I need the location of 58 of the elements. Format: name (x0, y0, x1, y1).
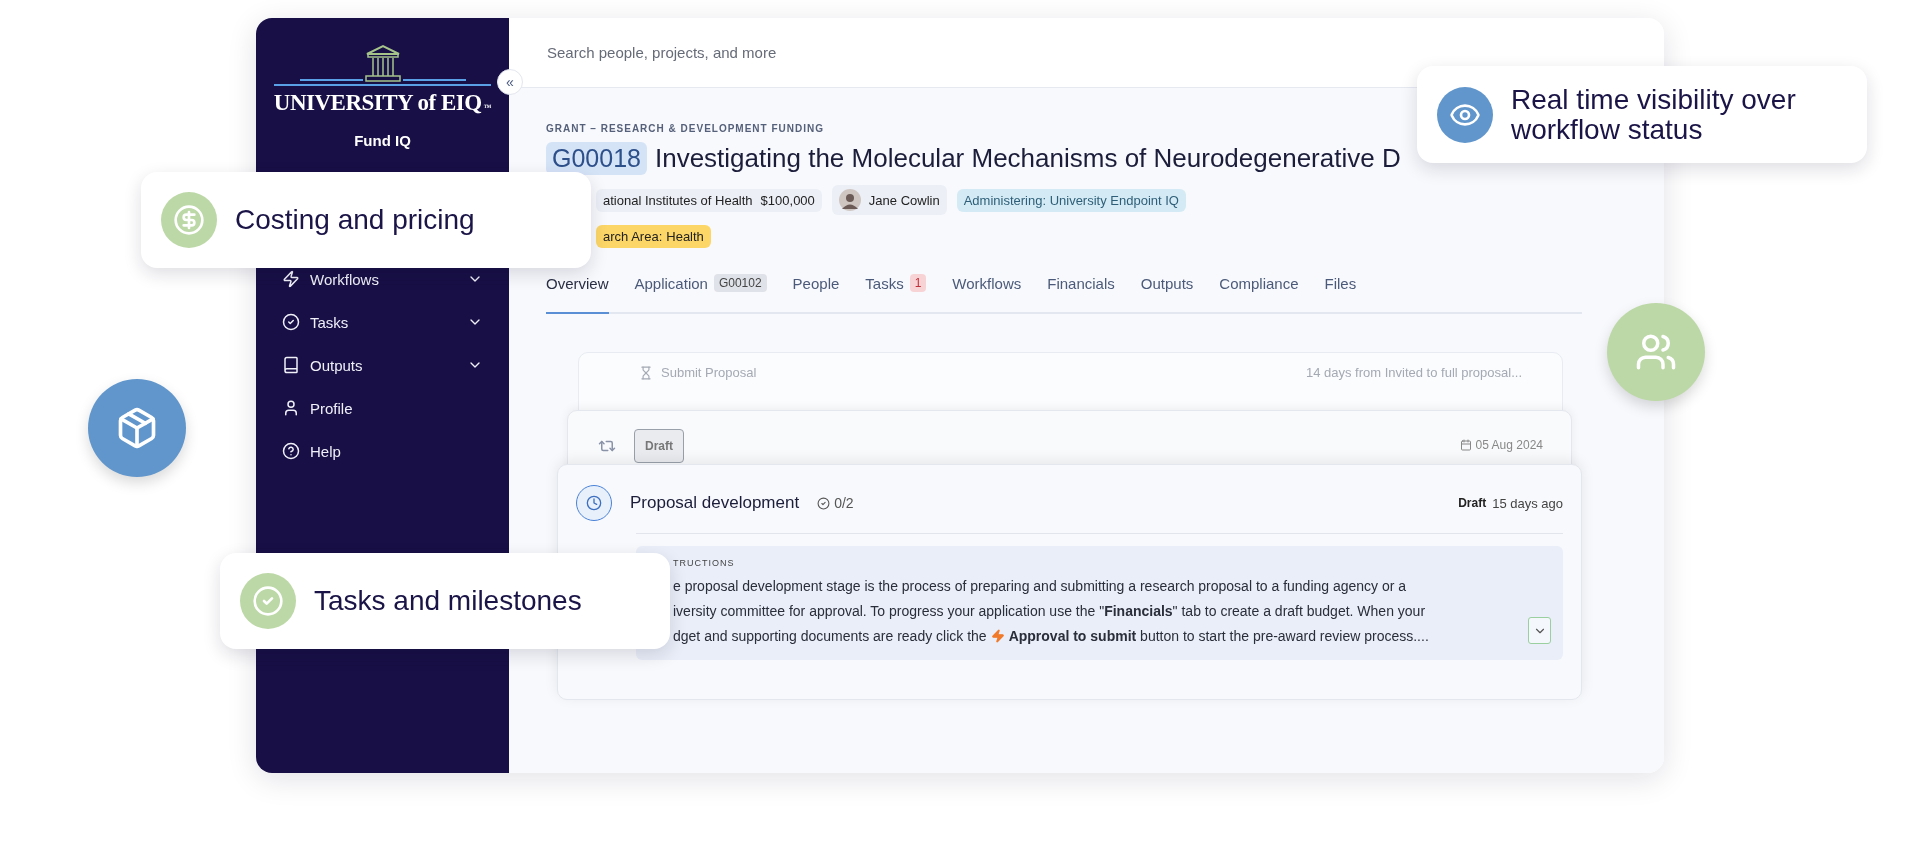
instructions-text: iversity committee for approval. To progress your application use the "Financials" tab to create a draft budget. When your (673, 602, 1427, 621)
research-area-value: Health (666, 229, 704, 244)
tab[interactable]: Files (1324, 274, 1357, 314)
sidebar-item[interactable]: Profile (276, 399, 489, 417)
tab[interactable]: Tasks 1 (865, 274, 927, 314)
search-field[interactable]: Search people, projects, and more (545, 43, 945, 62)
stage-age: 15 days ago (1492, 495, 1563, 511)
user-icon (282, 399, 300, 417)
tab[interactable]: Application G00102 (634, 274, 767, 314)
grant-amount: $100,000 (760, 192, 815, 208)
lightning-icon (990, 629, 1005, 643)
stage-status: Draft (1458, 496, 1487, 510)
instructions-text: Approval to submit button to start the pre-award review process.... (1008, 627, 1429, 646)
tab[interactable]: Outputs (1140, 274, 1194, 314)
product-name: Fund IQ (354, 132, 411, 149)
research-area-label: arch Area: (603, 229, 663, 244)
sidebar-item[interactable]: Outputs (276, 356, 489, 374)
dollar-icon (173, 204, 205, 236)
hourglass-icon (639, 365, 653, 380)
tab[interactable]: Financials (1047, 274, 1115, 314)
check-circle-icon (252, 585, 284, 617)
sidebar-item[interactable]: Workflows (276, 270, 489, 288)
tab[interactable]: Compliance (1219, 274, 1299, 314)
trademark-sign: ™ (483, 103, 492, 112)
clock-icon (576, 485, 612, 521)
stage-title: Proposal development (630, 493, 800, 513)
university-name: UNIVERSITY of EIQ (273, 90, 482, 116)
stage-label: Submit Proposal (661, 365, 757, 380)
instructions-text: e proposal development stage is the process of preparing and submitting a research proposal to a funding agency or a (673, 577, 1408, 596)
task-count: 0/2 (834, 495, 854, 511)
callout-text: Tasks and milestones (314, 586, 582, 616)
grant-title: Investigating the Molecular Mechanisms of Neurodegenerative D (654, 143, 1401, 174)
count-badge: G00102 (713, 274, 767, 292)
tab[interactable]: Overview (546, 274, 609, 314)
sidebar-item[interactable]: Help (276, 442, 489, 460)
stage-note: 14 days from Invited to full proposal... (1305, 365, 1522, 380)
administering-chip: Administering: University Endpoint IQ (956, 188, 1186, 212)
instructions-text: dget and supporting documents are ready click the (673, 627, 987, 646)
callout-text: Costing and pricing (235, 205, 475, 235)
expand-button[interactable] (1528, 617, 1551, 644)
sidebar-item[interactable]: Tasks (276, 313, 489, 331)
tab[interactable]: People (792, 274, 840, 314)
stage-date: 05 Aug 2024 (1475, 438, 1543, 452)
check-circle-icon (817, 496, 831, 510)
status-tag: Draft (634, 429, 684, 463)
count-badge: 1 (909, 274, 927, 292)
book-icon (282, 356, 300, 374)
avatar (838, 189, 861, 211)
check-circle-icon (282, 313, 300, 331)
lightning-icon (282, 270, 300, 288)
help-icon (282, 442, 300, 460)
instructions-label: TRUCTIONS (673, 558, 736, 568)
tab[interactable]: Workflows (952, 274, 1022, 314)
funder-name: ational Institutes of Health (603, 192, 753, 208)
grant-id: G00018 (546, 142, 647, 175)
calendar-icon (1459, 439, 1472, 451)
callout-text: Real time visibility over workflow status (1511, 85, 1797, 144)
person-name: Jane Cowlin (868, 192, 940, 208)
